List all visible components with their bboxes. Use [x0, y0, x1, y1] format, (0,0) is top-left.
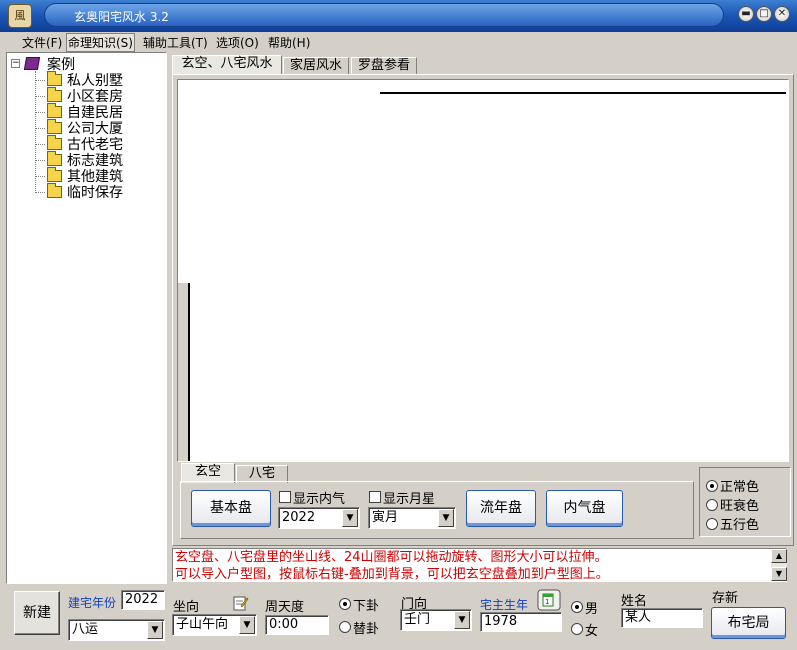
gender-male-label: 男	[585, 602, 599, 617]
sitting-select[interactable]: 子山午向 ▼	[172, 614, 257, 636]
title-bar: 風 玄奥阳宅风水 3.2 ▬ □ ✕	[0, 0, 797, 32]
folder-icon	[47, 135, 62, 150]
chevron-down-icon[interactable]: ▼	[342, 509, 358, 527]
color-normal-label: 正常色	[720, 480, 760, 495]
save-new-label: 存新	[712, 591, 739, 606]
menu-file[interactable]: 文件(F)	[22, 34, 62, 51]
calendar-icon[interactable]: 1	[537, 589, 561, 611]
door-select[interactable]: 壬门 ▼	[400, 609, 472, 631]
sitting-label: 坐向	[173, 600, 200, 615]
tab-xuankong[interactable]: 玄空、八宅风水	[172, 55, 282, 75]
name-label: 姓名	[621, 594, 648, 609]
collapse-icon[interactable]: −	[11, 59, 20, 68]
color-wangshuai-label: 旺衰色	[720, 499, 760, 514]
menu-help[interactable]: 帮助(H)	[268, 34, 310, 51]
color-normal-radio[interactable]	[706, 480, 718, 492]
menu-bar: 文件(F) 命理知识(S) 辅助工具(T) 选项(O) 帮助(H)	[0, 32, 797, 52]
period-select[interactable]: 八运 ▼	[68, 619, 165, 641]
folder-icon	[47, 71, 62, 86]
hint-line: 玄空盘、八宅盘里的坐山线、24山圈都可以拖动旋转、图形大小可以拉伸。	[175, 550, 608, 565]
color-wuxing-radio[interactable]	[706, 518, 718, 530]
tab-compass[interactable]: 罗盘参看	[351, 57, 417, 75]
owner-year-label: 宅主生年	[480, 598, 529, 612]
folder-icon	[47, 183, 62, 198]
folder-icon	[47, 167, 62, 182]
tree-guide	[35, 71, 36, 191]
gender-female-radio[interactable]	[571, 623, 583, 635]
minimize-icon[interactable]: ▬	[738, 6, 754, 22]
show-inner-qi-label: 显示内气	[293, 492, 346, 507]
folder-icon	[47, 87, 62, 102]
scroll-up-icon[interactable]: ▲	[771, 549, 787, 563]
new-button[interactable]: 新建	[14, 591, 60, 635]
basic-chart-button[interactable]: 基本盘	[191, 490, 271, 527]
close-icon[interactable]: ✕	[774, 6, 790, 22]
owner-year-input[interactable]: 1978	[480, 612, 562, 632]
svg-text:1: 1	[545, 598, 549, 606]
folder-icon	[47, 103, 62, 118]
degree-input[interactable]: 0:00	[265, 615, 329, 635]
layout-button[interactable]: 布宅局	[711, 607, 786, 639]
show-month-star-checkbox[interactable]	[369, 491, 381, 503]
chevron-down-icon[interactable]: ▼	[454, 611, 470, 629]
hint-text-area[interactable]: 玄空盘、八宅盘里的坐山线、24山圈都可以拖动旋转、图形大小可以拉伸。 可以导入户…	[172, 548, 787, 582]
show-month-star-label: 显示月星	[383, 492, 436, 507]
book-icon	[23, 57, 41, 70]
canvas-line	[380, 92, 786, 94]
folder-icon	[47, 151, 62, 166]
case-tree[interactable]: − 案例 私人别墅 小区套房 自建民居 公司大厦 古代老宅 标志建筑 其他建筑 …	[6, 52, 167, 584]
inner-qi-button[interactable]: 内气盘	[546, 490, 623, 527]
chevron-down-icon[interactable]: ▼	[239, 616, 255, 634]
app-icon: 風	[8, 4, 32, 28]
month-select[interactable]: 寅月 ▼	[368, 507, 456, 529]
maximize-icon[interactable]: □	[756, 6, 772, 22]
gua-normal-label: 下卦	[353, 599, 380, 614]
scroll-down-icon[interactable]: ▼	[771, 567, 787, 581]
gua-replace-radio[interactable]	[339, 621, 351, 633]
show-inner-qi-checkbox[interactable]	[279, 491, 291, 503]
menu-options[interactable]: 选项(O)	[216, 34, 259, 51]
menu-tools[interactable]: 辅助工具(T)	[143, 34, 208, 51]
build-year-input[interactable]: 2022	[121, 590, 165, 610]
flow-year-button[interactable]: 流年盘	[466, 490, 536, 527]
color-mode-group: 正常色 旺衰色 五行色	[699, 467, 791, 537]
canvas-vline	[188, 283, 190, 461]
canvas-lower[interactable]	[190, 283, 788, 461]
gua-replace-label: 替卦	[353, 622, 380, 637]
gua-normal-radio[interactable]	[339, 598, 351, 610]
name-input[interactable]: 某人	[621, 608, 703, 628]
year-select[interactable]: 2022 ▼	[278, 507, 360, 529]
tab-home[interactable]: 家居风水	[283, 57, 349, 75]
hint-scrollbar[interactable]: ▲ ▼	[771, 549, 787, 581]
subtab-xuankong[interactable]: 玄空	[181, 463, 235, 483]
chevron-down-icon[interactable]: ▼	[438, 509, 454, 527]
notepad-icon[interactable]	[231, 594, 249, 612]
gender-male-radio[interactable]	[571, 601, 583, 613]
window-title: 玄奥阳宅风水 3.2	[74, 10, 169, 24]
hint-line: 可以导入户型图，按鼠标右键-叠加到背景，可以把玄空盘叠加到户型图上。	[175, 567, 609, 582]
degree-label: 周天度	[265, 600, 305, 615]
color-wangshuai-radio[interactable]	[706, 499, 718, 511]
build-year-label: 建宅年份	[68, 596, 117, 610]
gender-female-label: 女	[585, 624, 599, 639]
chevron-down-icon[interactable]: ▼	[147, 621, 163, 639]
color-wuxing-label: 五行色	[720, 518, 760, 533]
menu-knowledge[interactable]: 命理知识(S)	[66, 33, 135, 52]
folder-icon	[47, 119, 62, 134]
